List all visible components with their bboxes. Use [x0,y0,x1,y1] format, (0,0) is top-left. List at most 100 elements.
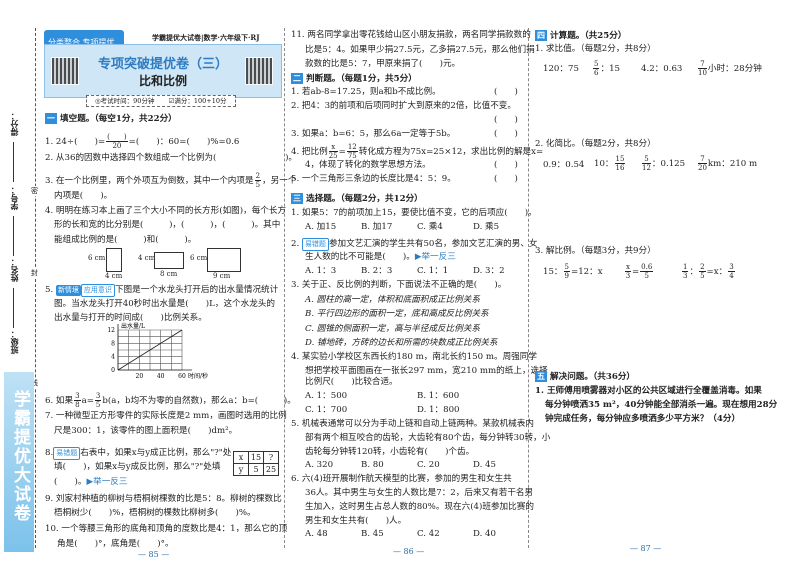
calc-item: x 3 = 0.6 5 [625,263,654,280]
problem-1: 1. 王师傅用喷雾器对小区的公共区域进行全覆盖消毒。如果 [535,386,762,396]
question-11: 11. 两名同学拿出零花钱给山区小朋友捐款，两名同学捐款数的 [291,30,531,40]
answer-paren[interactable]: ( ) [494,174,518,185]
question-7-cont: 尺是300：1，该零件的图上面积是( )dm²。 [54,426,238,436]
calc-item: 5 12 ：0.125 [642,155,686,172]
answer-paren[interactable]: ( ) [494,87,518,98]
choice-6-options: A. 48 B. 45 C. 42 D. 40 [305,529,496,539]
section-heading: 五解决问题。（共36分） [535,371,636,382]
rect-width-label: 9 cm [213,272,231,280]
choice-3-option: D. 铺地砖，方砖的边长和所需的块数成正比例关系 [305,338,498,348]
rect-width-label: 8 cm [160,270,178,278]
page-title: 专项突破提优卷（三） [97,57,228,72]
error-prone-tag: 易错题 [53,447,81,460]
section-heading: 二判断题。（每题1分，共5分） [291,73,417,84]
student-id-line [13,216,14,256]
choice-6-cont: 36人。其中男生与女生的人数比是7：2，后来又有若干名男 [305,488,534,498]
calc-item: 7 20 km：210 m [698,155,758,172]
page-number: — 86 — [393,547,425,556]
section-heading: 四计算题。（共25分） [535,30,627,41]
judge-3: 3. 如果a：b=6：5，那么6a一定等于5b。 [291,129,456,139]
x-tick-label: 40 [157,373,165,380]
rectangle [207,248,241,272]
answer-paren[interactable]: ( ) [494,129,518,140]
section-number: 五 [535,371,547,382]
category-tag: 分类整合 专项提优 [44,30,124,47]
judge-2: 2. 把4：3的前项和后项同时扩大到原来的2倍，比值不变。 [291,101,516,111]
error-prone-tag: 易错题 [301,238,329,251]
choice-4: 4. 某实验小学校区东西长约180 m，南北长约150 m。周强同学 [291,352,537,362]
question-1: 1. 24÷( )=( ) 20 =( )：60=( )%=0.6 [45,133,240,150]
choice-4-cont: 想把学校平面图画在一张长297 mm，宽210 mm的纸上，选择 [305,366,548,376]
calc-part-3: 3. 解比例。（每题3分，共9分） [535,246,656,256]
section-number: 一 [45,113,57,124]
choice-1-options: A. 加15 B. 加17 C. 乘4 D. 乘5 [305,222,500,232]
judge-5: 5. 一个三角形三条边的长度比是4：5：9。 [291,174,456,184]
question-7: 7. 一种微型正方形零件的实际长度是2 mm，画图时选用的比例 [45,411,287,421]
page-number: — 85 — [138,550,170,559]
choice-2: 2. 易错题 参加文艺汇演的学生共有50名，参加文艺汇演的男、女 [291,238,538,251]
problem-1-cont: 每分钟喷洒35 m²，40分钟能全部消杀一遍。现在想用28分 [545,400,778,410]
question-8-cont: ( )。▶举一反三 [54,477,128,487]
choice-4-cont: 比例尺( )比较合适。 [305,377,398,388]
class-label: 班级： [9,330,19,354]
section-title: 填空题。（每空1分，共22分） [60,114,177,124]
name-line [13,288,14,328]
column-divider [284,28,285,548]
question-5: 5. 新情境 应用意识 下图是一个水龙头打开后的出水量情况统计 [45,284,279,297]
question-3-cont: 内项是( )。 [54,191,113,201]
x-axis-label: 时间/秒 [188,372,208,380]
rectangle [154,252,184,269]
answer-paren[interactable]: ( ) [494,115,518,126]
question-8: 8. 易错题 右表中，如果x与y成正比例，那么"?"处 [45,447,232,460]
choice-6-cont: 生加入，这时男生占总人数的80%。现在六(4)班参加比赛的 [305,502,534,512]
y-tick-label: 4 [111,354,115,361]
seal-char: 密 [31,186,38,196]
practice-link[interactable]: ▶举一反三 [87,477,128,487]
question-2: 2. 从36的因数中选择四个数组成一个比例为( )。 [45,153,298,163]
seal-line [35,28,36,548]
page-subtitle: 比和比例 [138,74,187,88]
banner-strip: 学霸提优大试卷 [4,372,34,552]
question-9: 9. 刘家村种植的柳树与梧桐树棵数的比是5：8。柳树的棵数比 [45,494,282,504]
rectangle [106,248,122,272]
x-tick-label: 60 [178,373,186,380]
choice-1: 1. 如果5：7的前项加上15，要使比值不变，它的后项应( )。 [291,208,537,218]
calc-item: 5 6 ：15 [593,60,620,77]
judge-4-cont: 4，体现了转化的数学思想方法。 [305,160,431,170]
y-axis-label: 出水量/L [121,322,145,330]
choice-5-options: A. 320 B. 80 C. 20 D. 45 [305,460,496,470]
calc-item: 10： 15 16 [594,155,626,172]
question-4: 4. 明明在练习本上画了三个大小不同的长方形(如图)，每个长方 [45,206,287,216]
calc-part-2: 2. 化简比。（每题2分，共8分） [535,139,656,149]
choice-5-cont: 齿轮每分钟转120转，小齿轮有( )个齿。 [305,447,475,457]
name-label: 姓名： [9,258,19,282]
choice-4-options: A. 1：500 B. 1：600 [305,391,460,401]
question-8-cont: 填( )，如果x与y成反比例，那么"?"处填 [54,462,221,472]
calc-item: 15： 5 9 =12：x [543,263,603,280]
series-title: 学霸提优大试卷|数学·六年级下·RJ [152,33,260,42]
question-9-cont: 梧桐树少( )%，梧桐树的棵数比柳树多( )%。 [54,508,256,518]
section-number: 二 [291,73,303,84]
answer-paren[interactable]: ( ) [494,160,518,171]
title-box: 专项突破提优卷（三） 比和比例 [44,44,282,98]
student-id-label: 学号： [9,186,19,210]
new-context-tag: 新情境 [55,285,81,296]
brand-banner: 学霸提优大试卷 [10,390,30,523]
xy-table: x 15? y 5 25 [233,451,279,476]
question-11-cont: 款数的比是5：7，甲原来捐了( )元。 [305,59,461,69]
exam-info: ◎考试时间：90分钟 ☑满分：100+10分 [86,95,236,107]
choice-2-cont: 生人数的比不可能是( )。▶举一反三 [305,252,456,262]
fraction: 25 [254,172,262,189]
water-flow-chart: 20 40 60 0 4 8 12 时间/秒 出水量/L [107,322,208,380]
choice-5: 5. 机械表通常可以分为手动上链和自动上链两种。某款机械表内 [291,419,534,429]
section-heading: 三选择题。（每题2分，共12分） [291,193,423,204]
exam-score: ☑满分：100+10分 [168,97,227,105]
score-label: 得分： [9,112,19,136]
score-line [13,142,14,182]
calc-part-1: 1. 求比值。（每题2分，共8分） [535,44,656,54]
practice-link[interactable]: ▶举一反三 [415,252,456,262]
choice-6: 6. 六(4)班开展制作航天模型的比赛，参加的男生和女生共 [291,474,512,484]
section-number: 四 [535,30,547,41]
exam-time: ◎考试时间：90分钟 [95,97,155,105]
calc-item: 0.9：0.54 [543,160,585,170]
